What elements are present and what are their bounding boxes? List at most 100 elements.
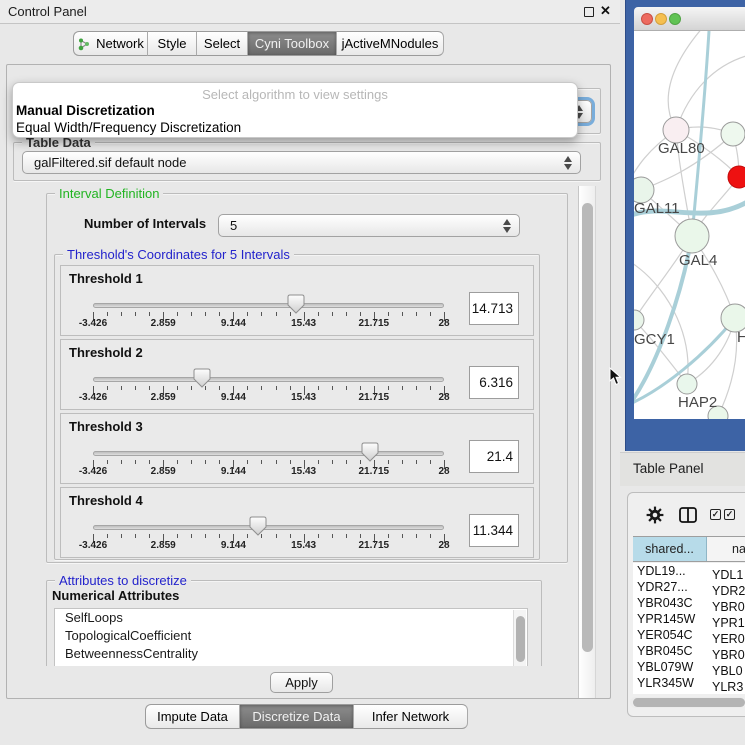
slider-tick xyxy=(332,534,333,538)
network-canvas[interactable]: GAL80GAL11GAL4GCY1HHAP2 xyxy=(634,31,745,419)
tab-select[interactable]: Select xyxy=(197,31,248,56)
slider-thumb[interactable] xyxy=(193,368,211,388)
cell-shared-name: YBR043C xyxy=(633,595,706,611)
attribute-list-item[interactable]: TopologicalCoefficient xyxy=(55,627,527,645)
threshold-value-field[interactable]: 11.344 xyxy=(469,514,519,547)
node-label: GAL80 xyxy=(658,140,705,157)
slider-thumb[interactable] xyxy=(287,294,305,314)
table-row[interactable]: YLR345WYLR3 xyxy=(633,675,745,691)
slider-tick xyxy=(261,312,262,316)
table-row[interactable]: YPR145WYPR1 xyxy=(633,611,745,627)
table-row[interactable]: YER054CYER0 xyxy=(633,627,745,643)
slider-tick xyxy=(402,534,403,538)
table-row[interactable]: YBL079WYBL0 xyxy=(633,659,745,675)
table-row[interactable]: YBR043CYBR0 xyxy=(633,595,745,611)
checkbox-icon[interactable]: ✓ xyxy=(724,509,735,520)
list-scrollbar-thumb[interactable] xyxy=(516,616,525,662)
slider-track[interactable] xyxy=(93,303,444,308)
apply-button[interactable]: Apply xyxy=(270,672,333,693)
slider-tick xyxy=(416,386,417,390)
slider-tick xyxy=(135,312,136,316)
table-row[interactable]: YBR045CYBR0 xyxy=(633,643,745,659)
threshold-panel-4: Threshold 4-3.4262.8599.14415.4321.71528… xyxy=(60,487,534,558)
slider-tick xyxy=(149,312,150,316)
slider-tick-label: 15.43 xyxy=(291,540,316,551)
slider-tick xyxy=(318,460,319,464)
float-window-icon[interactable] xyxy=(584,7,594,17)
slider-track[interactable] xyxy=(93,451,444,456)
minimize-traffic-light-icon[interactable] xyxy=(655,13,667,25)
threshold-label: Threshold 4 xyxy=(69,493,143,508)
slider-tick-label: -3.426 xyxy=(79,466,107,477)
slider-tick xyxy=(107,534,108,538)
split-columns-icon[interactable] xyxy=(679,507,697,523)
list-scrollbar[interactable] xyxy=(513,610,526,666)
tab-discretize-data[interactable]: Discretize Data xyxy=(240,704,354,729)
threshold-panel-3: Threshold 3-3.4262.8599.14415.4321.71528… xyxy=(60,413,534,484)
slider-tick-label: 21.715 xyxy=(359,392,390,403)
slider-tick xyxy=(430,460,431,464)
network-node-gcy1[interactable] xyxy=(634,310,644,330)
table-row[interactable]: YIL053CYIL0 xyxy=(633,691,745,694)
slider-tick xyxy=(219,534,220,538)
slider-thumb[interactable] xyxy=(361,442,379,462)
slider-tick-label: -3.426 xyxy=(79,318,107,329)
threshold-label: Threshold 3 xyxy=(69,419,143,434)
slider-tick-label: 21.715 xyxy=(359,318,390,329)
panel-scrollbar-thumb[interactable] xyxy=(582,203,593,652)
network-window-titlebar[interactable] xyxy=(634,7,745,31)
table-horizontal-scrollbar[interactable] xyxy=(630,697,745,708)
tab-network[interactable]: Network xyxy=(73,31,148,56)
network-node-hap2[interactable] xyxy=(677,374,697,394)
slider-tick xyxy=(135,386,136,390)
gear-icon[interactable] xyxy=(646,506,664,524)
threshold-value-field[interactable]: 6.316 xyxy=(469,366,519,399)
column-header-shared-name[interactable]: shared... xyxy=(633,537,707,561)
popup-item-equal-width[interactable]: Equal Width/Frequency Discretization xyxy=(16,120,241,135)
popup-item-manual-discretization[interactable]: Manual Discretization xyxy=(16,103,155,118)
tab-impute-data[interactable]: Impute Data xyxy=(145,704,240,729)
slider-tick-label: 9.144 xyxy=(221,318,246,329)
network-node[interactable] xyxy=(728,166,745,188)
checkbox-icon[interactable]: ✓ xyxy=(710,509,721,520)
network-node-h[interactable] xyxy=(721,304,745,332)
number-of-intervals-value: 5 xyxy=(230,218,237,233)
panel-scrollbar[interactable] xyxy=(578,186,596,698)
slider-tick xyxy=(402,460,403,464)
slider-tick xyxy=(149,386,150,390)
numerical-attributes-label: Numerical Attributes xyxy=(52,588,179,603)
table-data-select[interactable]: galFiltered.sif default node xyxy=(22,151,581,174)
slider-thumb[interactable] xyxy=(249,516,267,536)
table-body[interactable]: YDL19...YDL1YDR27...YDR2YBR043CYBR0YPR14… xyxy=(633,563,745,694)
node-label: HAP2 xyxy=(678,394,717,411)
attribute-list-item[interactable]: SelfLoops xyxy=(55,609,527,627)
numerical-attributes-list[interactable]: SelfLoopsTopologicalCoefficientBetweenne… xyxy=(54,608,528,666)
zoom-traffic-light-icon[interactable] xyxy=(669,13,681,25)
network-node-gal4[interactable] xyxy=(675,219,709,253)
slider-tick-label: 2.859 xyxy=(151,318,176,329)
number-of-intervals-select[interactable]: 5 xyxy=(218,214,520,237)
network-node[interactable] xyxy=(721,122,745,146)
tab-infer-network[interactable]: Infer Network xyxy=(354,704,468,729)
tab-cyni-toolbox[interactable]: Cyni Toolbox xyxy=(248,31,337,56)
interval-definition-title: Interval Definition xyxy=(55,186,163,201)
attribute-list-item[interactable]: BetweennessCentrality xyxy=(55,645,527,663)
slider-tick xyxy=(276,386,277,390)
threshold-value-field[interactable]: 14.713 xyxy=(469,292,519,325)
table-row[interactable]: YDR27...YDR2 xyxy=(633,579,745,595)
panel-title: Control Panel xyxy=(8,0,87,23)
table-row[interactable]: YDL19...YDL1 xyxy=(633,563,745,579)
tab-style[interactable]: Style xyxy=(148,31,197,56)
slider-tick-label: -3.426 xyxy=(79,540,107,551)
slider-track[interactable] xyxy=(93,525,444,530)
close-traffic-light-icon[interactable] xyxy=(641,13,653,25)
table-hscroll-thumb[interactable] xyxy=(633,698,745,707)
threshold-value-field[interactable]: 21.4 xyxy=(469,440,519,473)
column-header-name[interactable]: na xyxy=(708,537,745,561)
table-panel-header: Table Panel xyxy=(620,452,745,486)
tab-jactivemnodules[interactable]: jActiveMNodules xyxy=(337,31,444,56)
slider-tick xyxy=(247,312,248,316)
close-icon[interactable]: ✕ xyxy=(600,3,611,19)
slider-tick xyxy=(261,460,262,464)
slider-track[interactable] xyxy=(93,377,444,382)
